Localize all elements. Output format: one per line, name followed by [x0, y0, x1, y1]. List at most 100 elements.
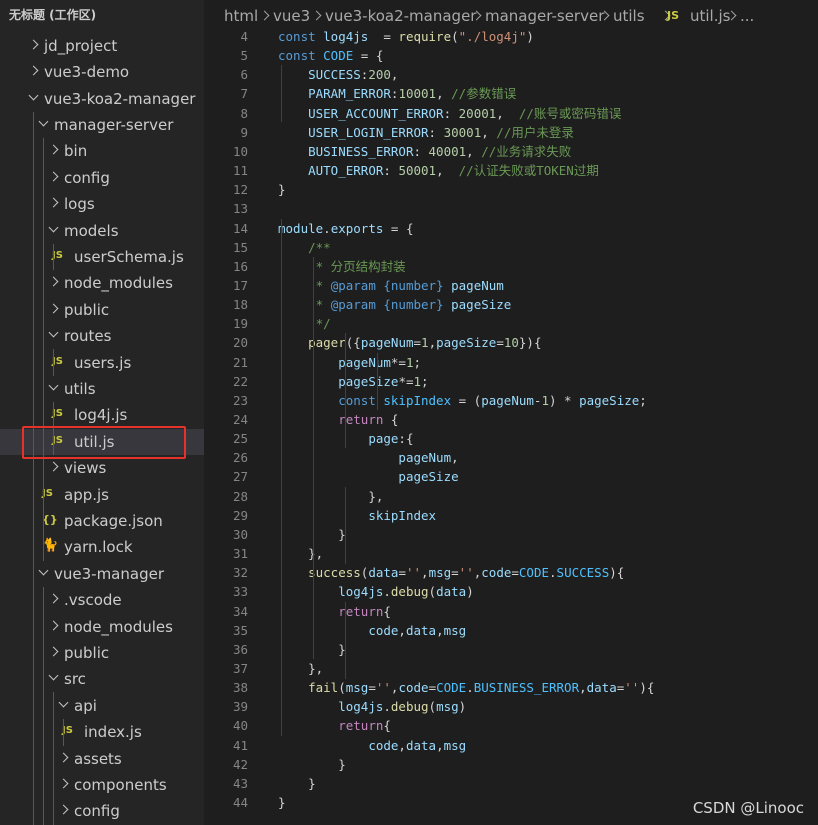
code-text: } [338, 757, 346, 772]
breadcrumb-item[interactable]: vue3 [273, 7, 310, 25]
code-text: success(data='',msg='',code=CODE.SUCCESS… [308, 565, 625, 580]
folder-item-bin[interactable]: bin [0, 138, 204, 164]
line-number: 31 [232, 546, 248, 561]
folder-item-utils[interactable]: utils [0, 376, 204, 402]
line-number: 22 [232, 374, 248, 389]
file-item-app-js[interactable]: JS app.js [0, 482, 204, 508]
folder-item-assets[interactable]: assets [0, 746, 204, 772]
folder-item-node-modules[interactable]: node_modules [0, 614, 204, 640]
code-line: 8 USER_ACCOUNT_ERROR: 20001, //账号或密码错误 [204, 104, 818, 123]
line-number: 7 [240, 86, 248, 101]
line-number: 39 [232, 699, 248, 714]
folder-item-api[interactable]: api [0, 693, 204, 719]
tree-item-label: vue3-demo [44, 63, 130, 81]
code-editor[interactable]: html vue3 vue3-koa2-manager manager-server u… [204, 0, 818, 825]
explorer-sidebar: 无标题 (工作区) jd_project vue3-demo vue3-koa2-m… [0, 0, 204, 825]
breadcrumb-item[interactable]: util.js [690, 7, 730, 25]
folder-item-vue3-koa2-manager[interactable]: vue3-koa2-manager [0, 86, 204, 112]
code-text: AUTO_ERROR: 50001, //认证失败或TOKEN过期 [308, 163, 599, 178]
code-line: 34 return{ [204, 602, 818, 621]
file-item-index-js[interactable]: JS index.js [0, 719, 204, 745]
file-item-package-json[interactable]: {} package.json [0, 508, 204, 534]
tree-item-label: assets [74, 750, 122, 768]
code-text: const skipIndex = (pageNum-1) * pageSize… [338, 393, 647, 408]
tree-item-label: index.js [84, 723, 142, 741]
file-item-yarn-lock[interactable]: 🐈 yarn.lock [0, 534, 204, 560]
file-item-users-js[interactable]: JS users.js [0, 350, 204, 376]
workspace-header[interactable]: 无标题 (工作区) [0, 0, 204, 30]
line-number: 8 [240, 106, 248, 121]
code-line: 24 return { [204, 410, 818, 429]
code-text: pageSize*=1; [338, 374, 429, 389]
chevron-down-icon [48, 327, 59, 338]
chevron-down-icon [48, 670, 59, 681]
folder-item-public[interactable]: public [0, 640, 204, 666]
tree-item-label: api [74, 697, 97, 715]
code-text: return { [338, 412, 399, 427]
line-number: 28 [232, 489, 248, 504]
code-text: }, [308, 546, 324, 561]
code-line: 12} [204, 180, 818, 199]
folder-item-vscode[interactable]: .vscode [0, 587, 204, 613]
folder-item-routes[interactable]: routes [0, 323, 204, 349]
tree-item-label: models [64, 222, 119, 240]
code-text: return{ [338, 718, 391, 733]
folder-item-vue3-manager[interactable]: vue3-manager [0, 561, 204, 587]
breadcrumb-item[interactable]: manager-server [485, 7, 604, 25]
line-number: 34 [232, 604, 248, 619]
chevron-right-icon [311, 10, 322, 21]
chevron-right-icon [48, 620, 59, 631]
chevron-right-icon [58, 804, 69, 815]
folder-item-public[interactable]: public [0, 297, 204, 323]
code-text: log4js.debug(data) [338, 584, 474, 599]
folder-item-models[interactable]: models [0, 218, 204, 244]
code-text: /** [308, 240, 331, 255]
code-line: 40 return{ [204, 716, 818, 735]
tree-item-label: routes [64, 327, 112, 345]
code-line: 27 pageSize [204, 467, 818, 486]
code-text: USER_LOGIN_ERROR: 30001, //用户未登录 [308, 125, 574, 140]
line-number: 4 [240, 29, 248, 44]
folder-item-node-modules[interactable]: node_modules [0, 270, 204, 296]
code-text: pager({pageNum=1,pageSize=10}){ [308, 335, 542, 350]
tree-item-label: app.js [64, 486, 109, 504]
indent-guide [63, 719, 64, 746]
tree-item-label: bin [64, 142, 88, 160]
code-text: BUSINESS_ERROR: 40001, //业务请求失败 [308, 144, 572, 159]
line-number: 35 [232, 623, 248, 638]
tree-item-label: config [74, 802, 120, 820]
breadcrumb-item[interactable]: html [224, 7, 258, 25]
folder-item-config[interactable]: config [0, 798, 204, 824]
breadcrumb-item[interactable]: vue3-koa2-manager [325, 7, 476, 25]
indent-guide [345, 487, 346, 564]
line-number: 9 [240, 125, 248, 140]
folder-item-logs[interactable]: logs [0, 191, 204, 217]
tree-item-label: src [64, 670, 86, 688]
indent-guide [345, 602, 346, 679]
code-text: return{ [338, 604, 391, 619]
tree-item-label: node_modules [64, 618, 173, 636]
code-line: 11 AUTO_ERROR: 50001, //认证失败或TOKEN过期 [204, 161, 818, 180]
code-line: 16 * 分页结构封装 [204, 257, 818, 276]
chevron-right-icon [48, 303, 59, 314]
folder-item-manager-server[interactable]: manager-server [0, 112, 204, 138]
chevron-down-icon [38, 116, 49, 127]
code-line: 15 /** [204, 238, 818, 257]
json-file-icon: {} [42, 513, 58, 526]
code-line: 35 code,data,msg [204, 621, 818, 640]
file-item-userschema-js[interactable]: JS userSchema.js [0, 244, 204, 270]
watermark: CSDN @Linooc [692, 799, 804, 817]
folder-item-jd-project[interactable]: jd_project [0, 33, 204, 59]
code-text: pageNum, [398, 450, 459, 465]
chevron-right-icon [48, 171, 59, 182]
code-text: } [308, 776, 316, 791]
folder-item-vue3-demo[interactable]: vue3-demo [0, 59, 204, 85]
line-number: 40 [232, 718, 248, 733]
folder-item-components[interactable]: components [0, 772, 204, 798]
breadcrumb-item[interactable]: utils [613, 7, 645, 25]
breadcrumb-item[interactable]: ... [740, 7, 754, 25]
file-item-log4j-js[interactable]: JS log4j.js [0, 402, 204, 428]
folder-item-config[interactable]: config [0, 165, 204, 191]
highlight-box [22, 426, 186, 459]
folder-item-src[interactable]: src [0, 666, 204, 692]
